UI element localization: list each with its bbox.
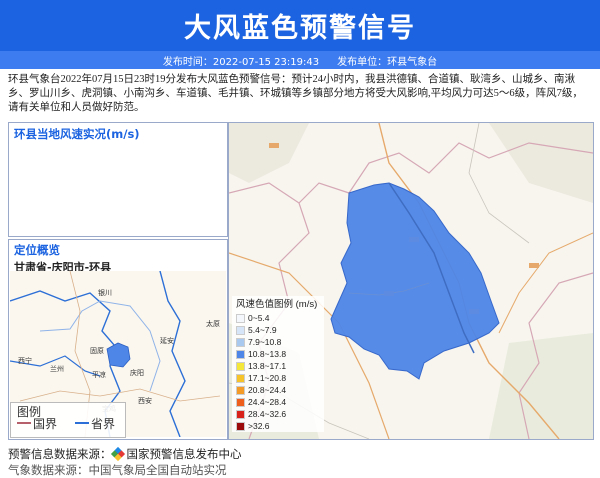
wind-legend-label: 17.1~20.8 [248, 373, 287, 383]
wind-legend-item: 17.1~20.8 [236, 372, 324, 384]
wind-legend-label: 13.8~17.1 [248, 361, 287, 371]
inset-city-label: 平凉 [92, 370, 106, 379]
wind-panel-title: 环县当地风速实况(m/s) [14, 127, 140, 141]
road-sign-icon [529, 263, 539, 268]
wind-legend-item: 7.9~10.8 [236, 336, 324, 348]
road-sign-icon [469, 309, 479, 314]
inset-city-label: 太原 [206, 319, 220, 328]
publisher: 发布单位：环县气象台 [337, 56, 438, 68]
inset-city-label: 延安 [160, 336, 174, 345]
alert-banner: 大风蓝色预警信号 [0, 0, 600, 51]
wind-legend-item: 28.4~32.6 [236, 408, 324, 420]
wind-legend-swatch [236, 397, 245, 407]
wind-panel: 环县当地风速实况(m/s) [8, 122, 228, 237]
wind-legend-item: 10.8~13.8 [236, 348, 324, 360]
meta-bar: 发布时间：2022-07-15 23:19:43 发布单位：环县气象台 [0, 51, 600, 69]
inset-legend-country: 国界 [33, 417, 58, 431]
wind-legend-label: 7.9~10.8 [248, 337, 282, 347]
wind-legend-swatch [236, 409, 245, 419]
wind-legend-label: 5.4~7.9 [248, 325, 277, 335]
alert-title: 大风蓝色预警信号 [184, 13, 416, 44]
wind-legend-swatch [236, 325, 245, 335]
inset-legend-province: 省界 [91, 417, 116, 431]
wind-legend-label: 20.8~24.4 [248, 385, 287, 395]
alert-description: 环县气象台2022年07月15日23时19分发布大风蓝色预警信号：预计24小时内… [8, 74, 583, 113]
wind-legend-label: 28.4~32.6 [248, 409, 287, 419]
inset-legend: 图例 国界 省界 [10, 402, 126, 438]
wind-color-legend: 风速色值图例 (m/s) 0~5.4 5.4~7.9 7.9~10.8 10.8~13… [232, 296, 324, 432]
wind-legend-swatch [236, 337, 245, 347]
inset-city-label: 庆阳 [130, 368, 144, 377]
road-sign-icon [384, 291, 394, 296]
wind-legend-swatch [236, 385, 245, 395]
wind-legend-item: 5.4~7.9 [236, 324, 324, 336]
country-line-icon [17, 422, 31, 424]
inset-city-label: 西安 [138, 396, 152, 405]
source-org: 国家预警信息发布中心 [126, 447, 242, 461]
source-line-2: 气象数据来源：中国气象局全国自动站实况 [8, 463, 227, 477]
source-line: 预警信息数据来源： 国家预警信息发布中心 [8, 446, 242, 462]
wind-legend-swatch [236, 349, 245, 359]
wind-legend-item: 20.8~24.4 [236, 384, 324, 396]
wind-legend-label: 10.8~13.8 [248, 349, 287, 359]
wind-legend-title: 风速色值图例 (m/s) [236, 299, 318, 310]
publish-time: 发布时间：2022-07-15 23:19:43 [162, 56, 320, 68]
wind-legend-swatch [236, 361, 245, 371]
wind-legend-label: 0~5.4 [248, 313, 270, 323]
province-line-icon [75, 422, 89, 424]
inset-city-label: 银川 [98, 288, 112, 297]
road-sign-icon [409, 237, 419, 242]
wind-legend-swatch [236, 313, 245, 323]
wind-legend-label: >32.6 [248, 421, 270, 431]
inset-city-label: 固原 [90, 347, 104, 355]
inset-city-label: 兰州 [50, 364, 64, 373]
wind-legend-item: 13.8~17.1 [236, 360, 324, 372]
wind-legend-label: 24.4~28.4 [248, 397, 287, 407]
wind-legend-swatch [236, 373, 245, 383]
inset-city-label: 西宁 [18, 356, 32, 365]
wind-legend-item: 24.4~28.4 [236, 396, 324, 408]
wind-legend-swatch [236, 421, 245, 431]
location-panel-title: 定位概览 [14, 243, 60, 257]
wind-legend-item: 0~5.4 [236, 312, 324, 324]
wind-legend-item: >32.6 [236, 420, 324, 432]
road-sign-icon [269, 143, 279, 148]
source-org-icon [110, 446, 125, 462]
source-label: 预警信息数据来源： [8, 447, 112, 461]
